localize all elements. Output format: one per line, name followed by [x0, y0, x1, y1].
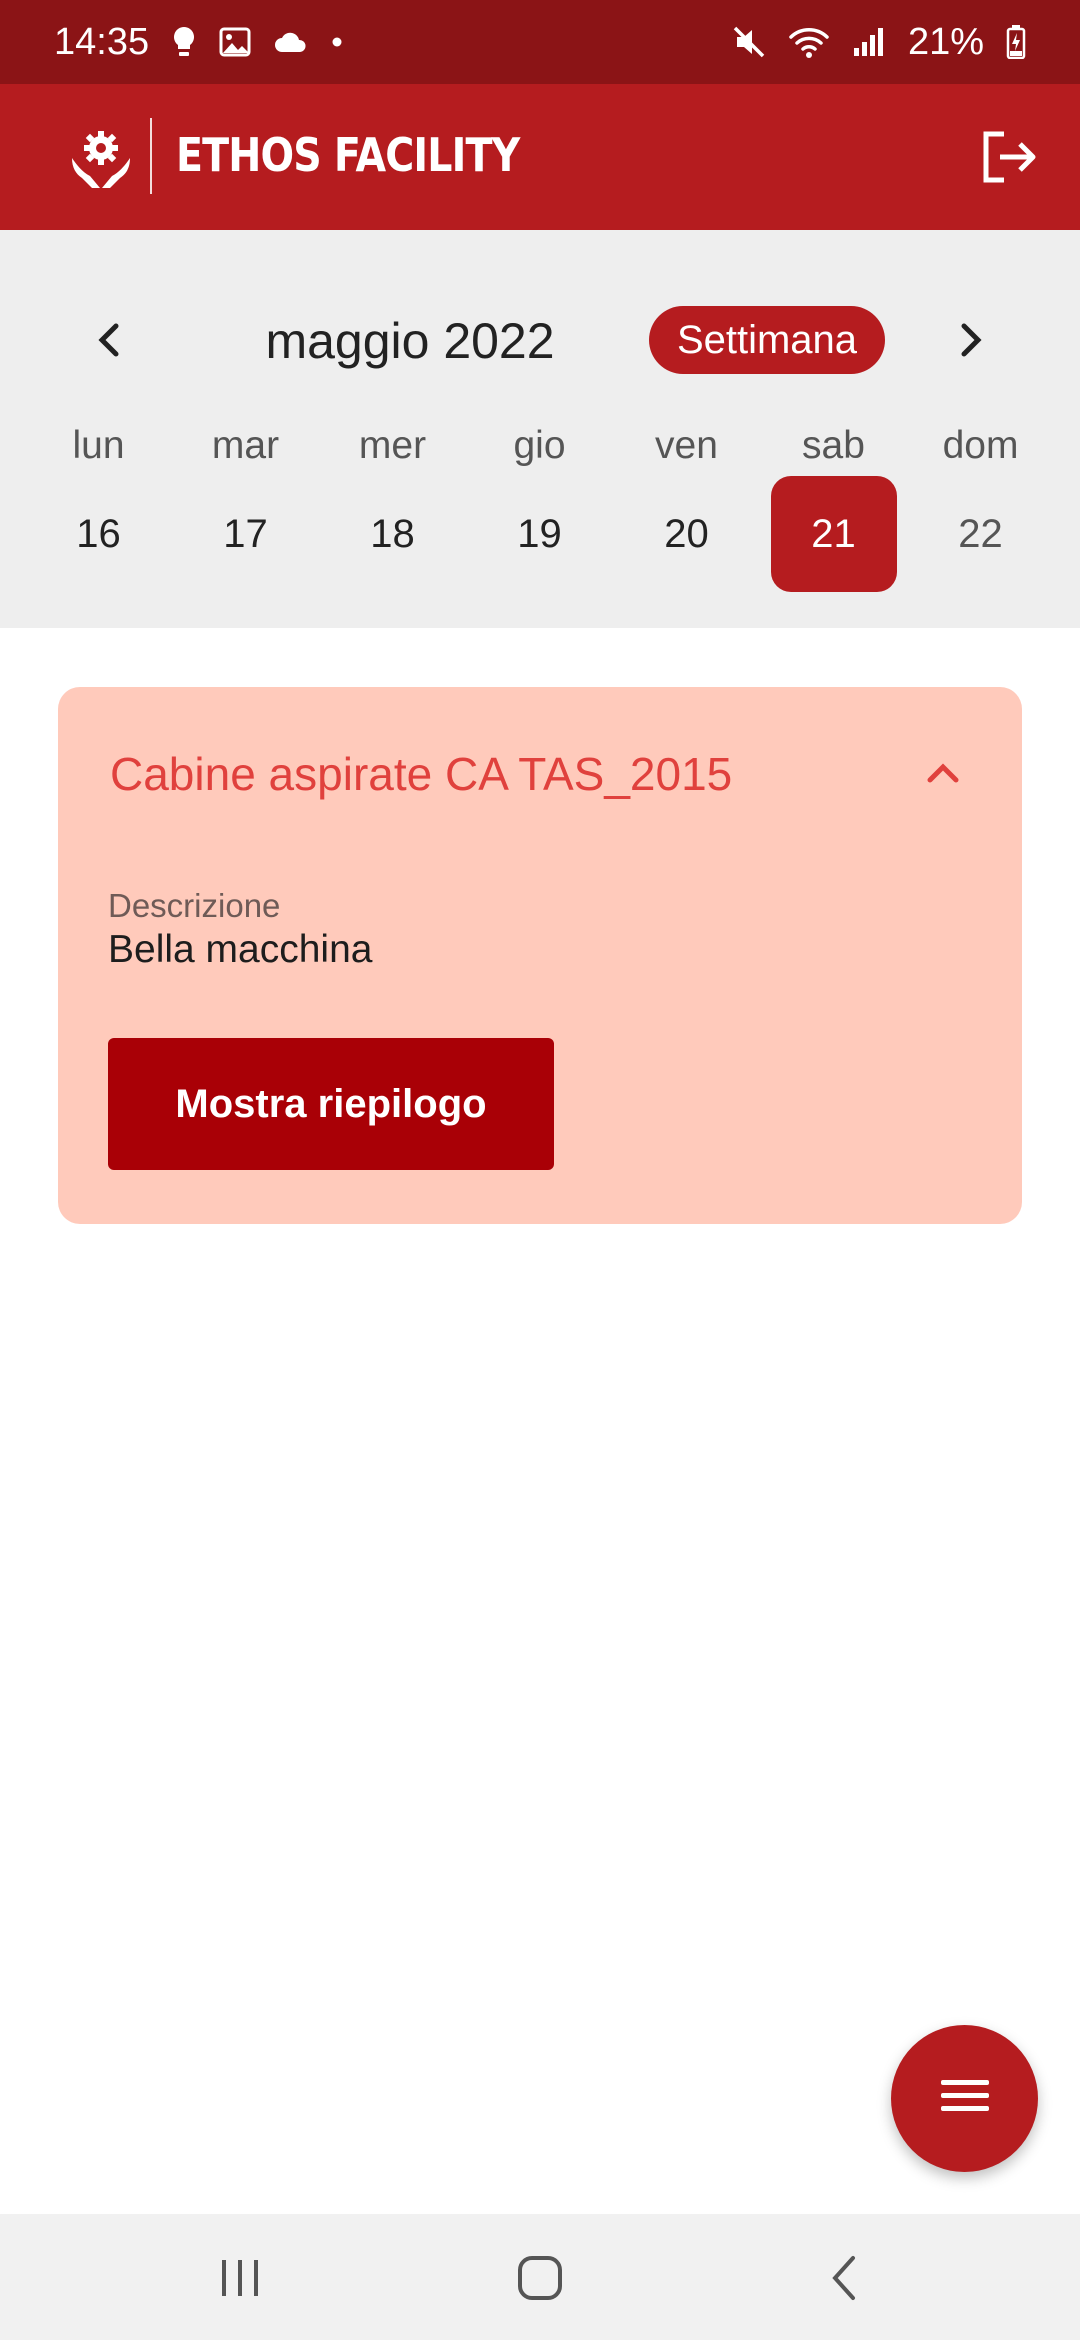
status-bar-right: 21%	[732, 21, 1026, 64]
day-number: 21	[770, 476, 897, 592]
day-cell[interactable]: 16	[25, 476, 172, 592]
mute-icon	[732, 25, 766, 59]
day-cell[interactable]: 19	[466, 476, 613, 592]
image-icon	[219, 27, 251, 57]
day-number: 19	[517, 511, 562, 556]
menu-icon	[939, 2076, 991, 2121]
battery-percent: 21%	[907, 20, 984, 63]
status-bar: 14:35 21%	[0, 0, 1080, 84]
logo-divider	[150, 118, 152, 194]
weekday-label: sab	[802, 424, 865, 467]
day-number: 22	[958, 511, 1003, 556]
cloud-icon	[273, 30, 309, 54]
chevron-up-icon[interactable]	[918, 749, 968, 799]
description-value: Bella macchina	[108, 928, 373, 971]
hands-gear-icon	[70, 128, 132, 190]
weekday-label: gio	[513, 424, 566, 467]
menu-fab[interactable]	[891, 2025, 1038, 2172]
week-calendar: maggio 2022 Settimana lun mar mer gio ve…	[0, 230, 1080, 628]
weekday-row: lun mar mer gio ven sab dom	[25, 424, 1055, 468]
day-cell[interactable]: 17	[172, 476, 319, 592]
wifi-icon	[788, 25, 830, 59]
back-icon[interactable]	[815, 2252, 875, 2304]
weekday-label: mer	[358, 424, 427, 467]
day-cell[interactable]: 22	[907, 476, 1054, 592]
day-number: 17	[223, 511, 268, 556]
day-cell-selected[interactable]: 21	[760, 476, 907, 592]
chevron-left-icon[interactable]	[80, 310, 140, 370]
month-title: maggio 2022	[265, 313, 555, 369]
day-number: 16	[76, 511, 121, 556]
description-label: Descrizione	[108, 887, 281, 924]
bulb-icon	[171, 25, 197, 59]
day-cell[interactable]: 18	[319, 476, 466, 592]
weekday-label: dom	[942, 424, 1019, 467]
day-row: 16 17 18 19 20 21 22	[25, 476, 1055, 592]
show-summary-button[interactable]: Mostra riepilogo	[108, 1038, 554, 1170]
machine-card: Cabine aspirate CA TAS_2015 Descrizione …	[58, 687, 1022, 1224]
battery-icon	[1006, 25, 1026, 59]
view-mode-chip[interactable]: Settimana	[649, 306, 885, 374]
day-number: 18	[370, 511, 415, 556]
logout-icon[interactable]	[976, 124, 1042, 190]
recent-apps-icon[interactable]	[210, 2252, 270, 2304]
dot-icon	[331, 36, 343, 48]
day-cell[interactable]: 20	[613, 476, 760, 592]
status-bar-left: 14:35	[54, 21, 343, 64]
app-bar: ETHOS FACILITY	[0, 84, 1080, 230]
system-nav-bar	[0, 2214, 1080, 2340]
weekday-label: lun	[72, 424, 125, 467]
card-title[interactable]: Cabine aspirate CA TAS_2015	[110, 747, 732, 801]
chevron-right-icon[interactable]	[940, 310, 1000, 370]
home-icon[interactable]	[510, 2252, 570, 2304]
status-time: 14:35	[54, 20, 150, 63]
day-number: 20	[664, 511, 709, 556]
app-title: ETHOS FACILITY	[176, 128, 520, 182]
weekday-label: ven	[655, 424, 718, 467]
weekday-label: mar	[211, 424, 280, 467]
signal-icon	[852, 26, 886, 58]
